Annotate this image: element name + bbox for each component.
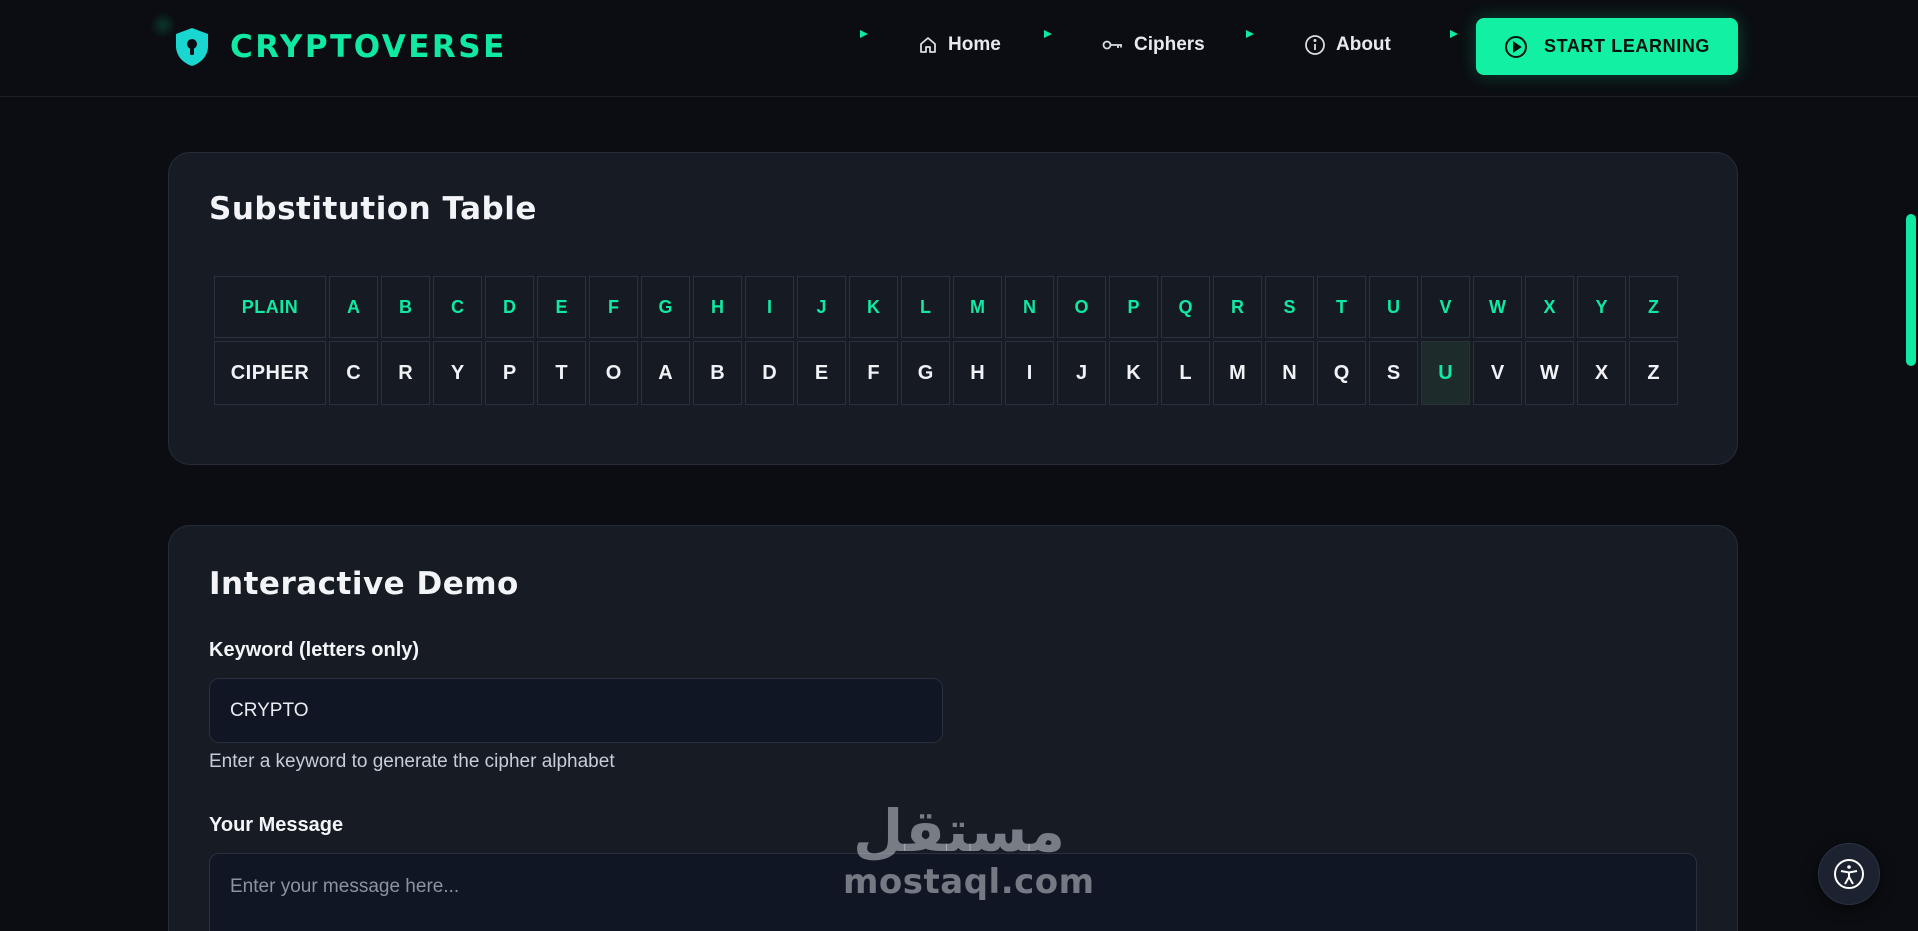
watermark: مستقل mostaql.com (843, 797, 1095, 912)
cipher-letter-cell: R (381, 341, 430, 405)
start-learning-label: START LEARNING (1543, 36, 1711, 56)
scrollbar-thumb[interactable] (1906, 214, 1916, 366)
cipher-letter-cell: G (901, 341, 950, 405)
nav-ciphers-link[interactable]: Ciphers (1102, 30, 1205, 60)
cipher-letter-cell: J (1057, 341, 1106, 405)
cipher-letter-cell: D (745, 341, 794, 405)
plain-letter-cell: C (433, 276, 482, 338)
cipher-letter-cell: B (693, 341, 742, 405)
accessibility-button[interactable] (1818, 843, 1880, 905)
plain-letter-cell: L (901, 276, 950, 338)
nav-home-label: Home (948, 34, 1001, 55)
watermark-arabic: مستقل (852, 797, 1066, 865)
message-label: Your Message (209, 814, 344, 836)
plain-letter-cell: I (745, 276, 794, 338)
plain-letter-cell: Z (1629, 276, 1678, 338)
interactive-demo-title: Interactive Demo (209, 566, 519, 602)
cipher-letter-cell: C (329, 341, 378, 405)
plain-letter-cell: K (849, 276, 898, 338)
cipher-letter-cell: E (797, 341, 846, 405)
decorative-arrow (1450, 30, 1458, 38)
decorative-arrow (1246, 30, 1254, 38)
cipher-letter-cell: X (1577, 341, 1626, 405)
plain-row-header: PLAIN (214, 276, 326, 338)
plain-letter-cell: T (1317, 276, 1366, 338)
cipher-row: CIPHER CRYPTOABDEFGHIJKLMNQSUVWXZ (214, 341, 1678, 405)
cipher-letter-cell: Y (433, 341, 482, 405)
home-icon (920, 37, 936, 53)
plain-letter-cell: M (953, 276, 1002, 338)
plain-letter-cell: N (1005, 276, 1054, 338)
start-learning-button[interactable]: START LEARNING (1476, 18, 1738, 75)
top-navbar: CRYPTOVERSE Home Ciphers About START LEA… (0, 0, 1918, 97)
decorative-arrow (1044, 30, 1052, 38)
decorative-arrow (860, 30, 868, 38)
substitution-table: PLAIN ABCDEFGHIJKLMNOPQRSTUVWXYZ CIPHER … (211, 273, 1681, 408)
cipher-letter-cell: O (589, 341, 638, 405)
watermark-latin: mostaql.com (843, 862, 1095, 902)
plain-row: PLAIN ABCDEFGHIJKLMNOPQRSTUVWXYZ (214, 276, 1678, 338)
play-circle-icon (1504, 35, 1527, 58)
plain-letter-cell: H (693, 276, 742, 338)
brand-name: CRYPTOVERSE (230, 29, 507, 65)
plain-letter-cell: U (1369, 276, 1418, 338)
plain-letter-cell: W (1473, 276, 1522, 338)
keyword-hint: Enter a keyword to generate the cipher a… (209, 751, 615, 772)
accessibility-icon (1834, 859, 1864, 889)
plain-letter-cell: X (1525, 276, 1574, 338)
plain-letter-cell: R (1213, 276, 1262, 338)
plain-letter-cell: J (797, 276, 846, 338)
brand-logo[interactable]: CRYPTOVERSE (174, 26, 507, 68)
shield-lock-icon (176, 28, 208, 66)
plain-letter-cell: D (485, 276, 534, 338)
nav-ciphers-label: Ciphers (1134, 34, 1205, 55)
substitution-table-title: Substitution Table (209, 191, 537, 227)
cipher-letter-cell: L (1161, 341, 1210, 405)
plain-letter-cell: A (329, 276, 378, 338)
plain-letter-cell: P (1109, 276, 1158, 338)
decorative-glow (150, 12, 176, 38)
cipher-letter-cell: K (1109, 341, 1158, 405)
info-icon (1305, 35, 1325, 55)
nav-home-link[interactable]: Home (918, 30, 1001, 60)
cipher-letter-cell: S (1369, 341, 1418, 405)
plain-letter-cell: G (641, 276, 690, 338)
plain-letter-cell: F (589, 276, 638, 338)
plain-letter-cell: B (381, 276, 430, 338)
cipher-letter-cell: A (641, 341, 690, 405)
cipher-row-header: CIPHER (214, 341, 326, 405)
cipher-letter-cell: V (1473, 341, 1522, 405)
cipher-letter-cell: H (953, 341, 1002, 405)
plain-letter-cell: S (1265, 276, 1314, 338)
key-icon (1102, 40, 1122, 50)
plain-letter-cell: O (1057, 276, 1106, 338)
cipher-letter-cell: Z (1629, 341, 1678, 405)
cipher-letter-cell: F (849, 341, 898, 405)
nav-about-label: About (1336, 34, 1391, 55)
cipher-letter-cell: U (1421, 341, 1470, 405)
plain-letter-cell: V (1421, 276, 1470, 338)
substitution-table-card: Substitution Table PLAIN ABCDEFGHIJKLMNO… (168, 152, 1738, 465)
plain-letter-cell: E (537, 276, 586, 338)
cipher-letter-cell: I (1005, 341, 1054, 405)
cipher-letter-cell: P (485, 341, 534, 405)
plain-letter-cell: Q (1161, 276, 1210, 338)
keyword-label: Keyword (letters only) (209, 639, 420, 661)
nav-about-link[interactable]: About (1304, 30, 1391, 60)
plain-letter-cell: Y (1577, 276, 1626, 338)
keyword-input[interactable] (209, 678, 943, 743)
cipher-letter-cell: T (537, 341, 586, 405)
cipher-letter-cell: W (1525, 341, 1574, 405)
cipher-letter-cell: N (1265, 341, 1314, 405)
cipher-letter-cell: Q (1317, 341, 1366, 405)
cipher-letter-cell: M (1213, 341, 1262, 405)
